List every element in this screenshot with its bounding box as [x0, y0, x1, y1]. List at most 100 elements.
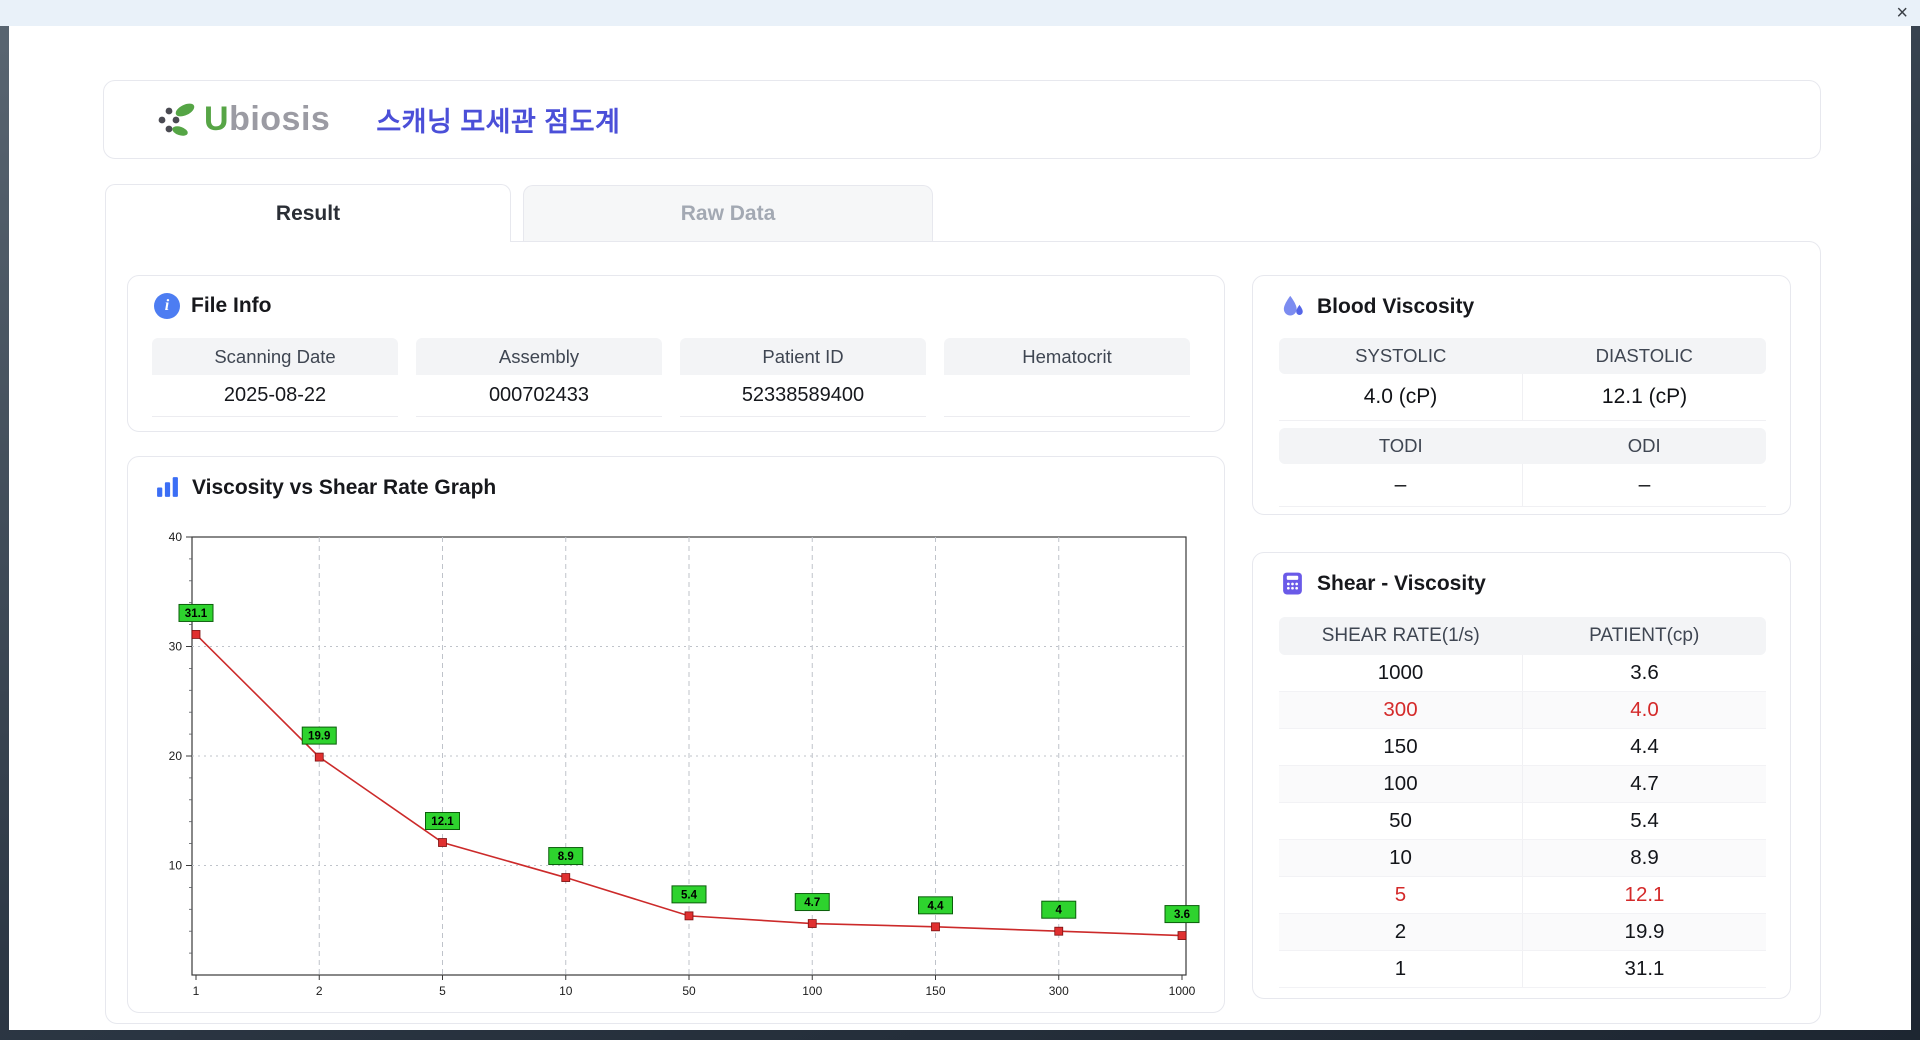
field-value — [944, 375, 1190, 417]
systolic-label: SYSTOLIC — [1355, 345, 1447, 366]
logo-text-u: U — [204, 100, 230, 138]
svg-text:150: 150 — [925, 984, 945, 998]
shear-table-row: 1000 3.6 — [1279, 655, 1766, 692]
shear-rate-cell: 10 — [1389, 846, 1412, 869]
file-info-header: i File Info — [128, 276, 1224, 319]
svg-text:2: 2 — [316, 984, 323, 998]
svg-text:5.4: 5.4 — [681, 889, 698, 901]
tab-raw-data-label: Raw Data — [680, 202, 776, 225]
tab-result[interactable]: Result — [105, 184, 511, 242]
logo-text-rest: biosis — [229, 100, 331, 138]
field-label: Scanning Date — [152, 338, 398, 375]
shear-rate-column-header: SHEAR RATE(1/s) — [1321, 625, 1480, 646]
shear-rate-cell: 300 — [1383, 698, 1418, 721]
shear-rate-cell: 2 — [1394, 920, 1407, 943]
svg-text:100: 100 — [802, 984, 822, 998]
svg-text:5: 5 — [439, 984, 446, 998]
odi-value: – — [1522, 464, 1766, 506]
svg-text:300: 300 — [1049, 984, 1069, 998]
systolic-value: 4.0 (cP) — [1363, 385, 1438, 408]
patient-cell: 4.4 — [1522, 729, 1766, 765]
patient-cell: 12.1 — [1522, 877, 1766, 913]
svg-text:8.9: 8.9 — [558, 851, 574, 863]
shear-rate-cell: 1000 — [1377, 661, 1424, 684]
window-titlebar: × — [0, 0, 1920, 26]
shear-table-row: 300 4.0 — [1279, 692, 1766, 729]
svg-text:30: 30 — [169, 640, 183, 654]
field-value: 2025-08-22 — [152, 375, 398, 417]
graph-panel: 10 20 30 40 1 2 5 10 50 100 150 300 1000 31.1 19.9 12.1… — [127, 456, 1225, 1013]
shear-table-row: 1 31.1 — [1279, 951, 1766, 988]
app-window: Ubiosis 스캐닝 모세관 점도계 Result Raw Data i Fi… — [9, 26, 1911, 1030]
patient-cell: 4.0 — [1522, 692, 1766, 728]
svg-text:4.7: 4.7 — [804, 897, 820, 909]
shear-viscosity-table: SHEAR RATE(1/s) PATIENT(cp) 1000 3.6 300… — [1279, 617, 1766, 988]
graph-title: Viscosity vs Shear Rate Graph — [192, 475, 497, 499]
svg-text:20: 20 — [169, 749, 183, 763]
field-value: 000702433 — [416, 375, 662, 417]
field-scanning-date: Scanning Date 2025-08-22 — [152, 338, 398, 417]
blood-viscosity-grid: SYSTOLIC DIASTOLIC 4.0 (cP) 12.1 (cP) TO… — [1279, 338, 1766, 507]
patient-cell: 19.9 — [1522, 914, 1766, 950]
info-icon: i — [154, 293, 180, 319]
shear-rate-cell: 100 — [1383, 772, 1418, 795]
blood-viscosity-header: Blood Viscosity — [1253, 276, 1790, 320]
diastolic-value: 12.1 (cP) — [1522, 374, 1766, 420]
svg-text:19.9: 19.9 — [308, 731, 330, 743]
shear-viscosity-header: Shear - Viscosity — [1253, 553, 1790, 597]
shear-rate-cell: 1 — [1394, 957, 1407, 980]
svg-text:4.4: 4.4 — [928, 900, 945, 912]
shear-rate-cell: 150 — [1383, 735, 1418, 758]
file-info-title: File Info — [191, 294, 272, 317]
svg-text:10: 10 — [559, 984, 573, 998]
blood-viscosity-labels-row: TODI ODI — [1279, 428, 1766, 464]
patient-cell: 31.1 — [1522, 951, 1766, 987]
patient-column-header: PATIENT(cp) — [1589, 625, 1700, 646]
blood-viscosity-title: Blood Viscosity — [1317, 294, 1475, 318]
shear-rate-cell: 50 — [1389, 809, 1412, 832]
shear-table-row: 150 4.4 — [1279, 729, 1766, 766]
droplet-icon — [1279, 293, 1306, 320]
page-title: 스캐닝 모세관 점도계 — [376, 107, 621, 137]
svg-text:1: 1 — [193, 984, 200, 998]
svg-text:3.6: 3.6 — [1174, 909, 1190, 921]
shear-rate-cell: 5 — [1394, 883, 1407, 906]
patient-cell: 4.7 — [1522, 766, 1766, 802]
svg-text:4: 4 — [1056, 905, 1063, 917]
graph-header: Viscosity vs Shear Rate Graph — [128, 457, 1224, 501]
field-label: Assembly — [416, 338, 662, 375]
field-label: Patient ID — [680, 338, 926, 375]
file-info-fields: Scanning Date 2025-08-22 Assembly 000702… — [152, 338, 1190, 417]
svg-text:10: 10 — [169, 859, 183, 873]
shear-table-row: 100 4.7 — [1279, 766, 1766, 803]
svg-text:1000: 1000 — [1169, 984, 1196, 998]
file-info-panel: i File Info Scanning Date 2025-08-22 Ass… — [127, 275, 1225, 432]
patient-cell: 5.4 — [1522, 803, 1766, 839]
field-hematocrit: Hematocrit — [944, 338, 1190, 417]
todi-label: TODI — [1378, 435, 1423, 456]
shear-table-body: 1000 3.6 300 4.0 150 4.4 100 4.7 50 5.4 … — [1279, 655, 1766, 988]
field-label: Hematocrit — [944, 338, 1190, 375]
tab-raw-data[interactable]: Raw Data — [523, 185, 933, 242]
odi-label: ODI — [1627, 435, 1661, 456]
diastolic-label: DIASTOLIC — [1595, 345, 1693, 366]
close-icon[interactable]: × — [1896, 1, 1908, 25]
logo-text: Ubiosis — [204, 100, 330, 139]
blood-viscosity-values-row: – – — [1279, 464, 1766, 507]
shear-table-row: 2 19.9 — [1279, 914, 1766, 951]
svg-text:31.1: 31.1 — [185, 608, 208, 620]
shear-table-row: 10 8.9 — [1279, 840, 1766, 877]
todi-value: – — [1394, 473, 1407, 496]
svg-text:40: 40 — [169, 530, 183, 544]
app-header: Ubiosis 스캐닝 모세관 점도계 — [103, 80, 1821, 159]
svg-text:12.1: 12.1 — [431, 816, 454, 828]
blood-viscosity-values-row: 4.0 (cP) 12.1 (cP) — [1279, 374, 1766, 421]
shear-viscosity-title: Shear - Viscosity — [1317, 571, 1486, 595]
field-assembly: Assembly 000702433 — [416, 338, 662, 417]
field-patient-id: Patient ID 52338589400 — [680, 338, 926, 417]
blood-viscosity-labels-row: SYSTOLIC DIASTOLIC — [1279, 338, 1766, 374]
tab-result-label: Result — [275, 201, 341, 225]
result-content: i File Info Scanning Date 2025-08-22 Ass… — [105, 241, 1821, 1024]
bar-chart-icon — [154, 474, 181, 501]
